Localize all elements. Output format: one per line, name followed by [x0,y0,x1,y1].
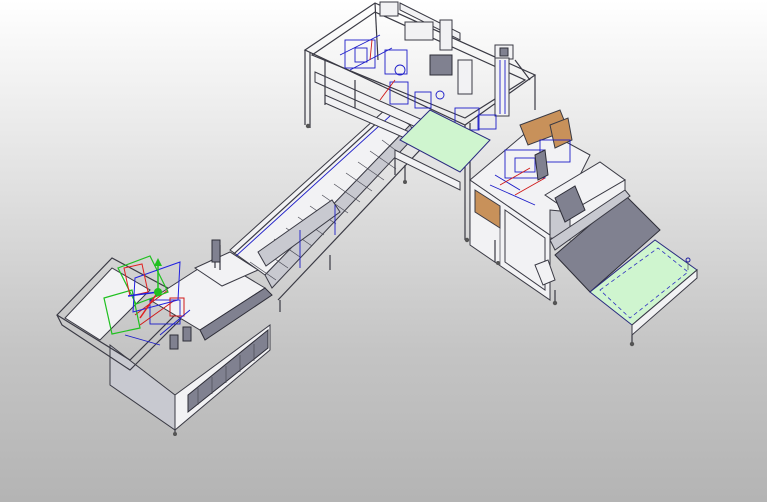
assembly-model[interactable] [0,0,767,502]
cad-3d-viewport[interactable] [0,0,767,502]
loading-station [56,239,273,436]
